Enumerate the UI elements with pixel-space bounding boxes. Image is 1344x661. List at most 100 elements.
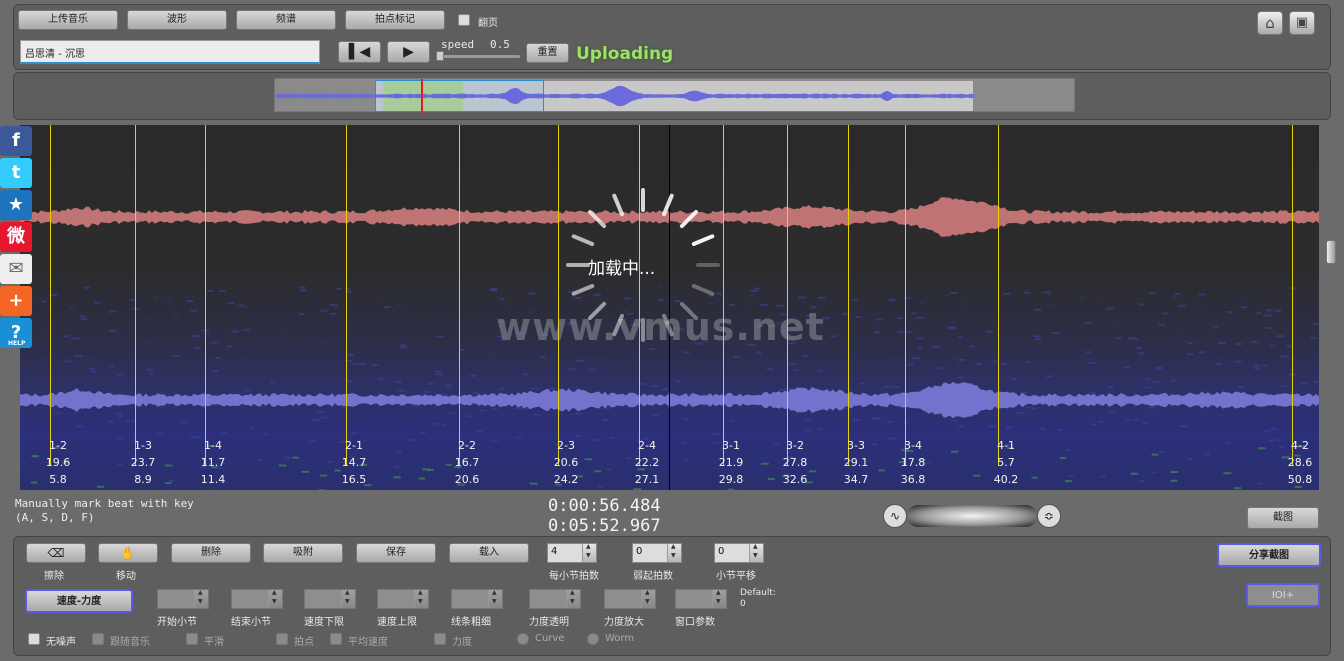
reset-button[interactable]: 重置 (526, 43, 569, 63)
upload-music-button[interactable]: 上传音乐 (18, 10, 118, 30)
song-title-field[interactable]: 吕思清 - 沉思 (20, 40, 320, 64)
speed-slider[interactable] (436, 51, 520, 61)
beat-line[interactable] (558, 125, 559, 465)
beat-v1: 19.6 (45, 456, 71, 469)
beat-v2: 50.8 (1287, 473, 1313, 486)
param-arrows[interactable] (712, 589, 726, 608)
beat-line[interactable] (787, 125, 788, 465)
facebook-icon[interactable]: f (0, 126, 32, 156)
beat-line[interactable] (459, 125, 460, 465)
beats-per-bar-arrows[interactable] (582, 543, 596, 562)
volume-slider[interactable]: ∿ ≎ (883, 503, 1061, 529)
speed-label: speed (441, 38, 475, 51)
beat-v1: 14.7 (341, 456, 367, 469)
beat-line[interactable] (135, 125, 136, 465)
eraser-label: 擦除 (44, 571, 64, 582)
option-checkbox[interactable] (330, 633, 342, 645)
speed-slider-handle[interactable] (436, 51, 444, 61)
param-stepper[interactable] (604, 589, 656, 609)
param-arrows[interactable] (566, 589, 580, 608)
beat-line[interactable] (1292, 125, 1293, 465)
weibo-icon[interactable]: 微 (0, 222, 32, 252)
option-label: 平均速度 (348, 637, 388, 648)
overview-playhead[interactable] (421, 79, 423, 113)
overview-waveform[interactable] (274, 78, 1075, 113)
param-label: 结束小节 (231, 617, 271, 628)
beat-line[interactable] (905, 125, 906, 465)
email-icon[interactable]: ✉ (0, 254, 32, 284)
param-arrows[interactable] (341, 589, 355, 608)
spectrogram-scrollbar[interactable] (1326, 240, 1336, 264)
favorite-star-icon[interactable]: ★ (0, 190, 32, 220)
beat-label: 2-3 20.6 24.2 (546, 437, 586, 488)
param-label: 速度下限 (304, 617, 344, 628)
screenshot-button[interactable]: 截图 (1247, 507, 1319, 529)
add-share-icon[interactable]: + (0, 286, 32, 316)
delete-button[interactable]: 删除 (171, 543, 251, 563)
beat-label: 4-1 (997, 439, 1015, 452)
move-tool-button[interactable]: ✋ (98, 543, 158, 563)
spectrum-button[interactable]: 频谱 (236, 10, 336, 30)
hint-line-2: (A, S, D, F) (15, 511, 95, 524)
option-checkbox[interactable] (92, 633, 104, 645)
fullscreen-icon[interactable]: ▣ (1289, 11, 1315, 35)
page-turn-checkbox[interactable] (458, 14, 470, 26)
bar-shift-stepper[interactable]: 0 (714, 543, 764, 563)
param-arrows[interactable] (268, 589, 282, 608)
beat-label: 3-1 21.9 29.8 (711, 437, 751, 488)
param-arrows[interactable] (488, 589, 502, 608)
waveform-button[interactable]: 波形 (127, 10, 227, 30)
option-checkbox[interactable] (186, 633, 198, 645)
param-stepper[interactable] (157, 589, 209, 609)
beat-v2: 8.9 (134, 473, 152, 486)
param-stepper[interactable] (377, 589, 429, 609)
option-checkbox[interactable] (276, 633, 288, 645)
beat-line[interactable] (998, 125, 999, 465)
beat-label: 3-1 (722, 439, 740, 452)
beat-line[interactable] (848, 125, 849, 465)
option-checkbox[interactable] (434, 633, 446, 645)
bar-shift-arrows[interactable] (749, 543, 763, 562)
option-label: 拍点 (294, 637, 314, 648)
spectrogram-view[interactable]: www.vmus.net 加载中... 1-2 19.6 5.8 1-3 23.7 8.9… (20, 125, 1319, 490)
beat-line[interactable] (723, 125, 724, 465)
param-stepper[interactable] (675, 589, 727, 609)
hint-line-1: Manually mark beat with key (15, 497, 194, 510)
load-button[interactable]: 载入 (449, 543, 529, 563)
option-checkbox[interactable] (28, 633, 40, 645)
loading-text: 加载中... (588, 259, 656, 279)
param-stepper[interactable] (451, 589, 503, 609)
param-arrows[interactable] (641, 589, 655, 608)
param-arrows[interactable] (414, 589, 428, 608)
overview-wave-svg (275, 85, 975, 107)
twitter-icon[interactable]: t (0, 158, 32, 188)
pickup-stepper[interactable]: 0 (632, 543, 682, 563)
param-stepper[interactable] (304, 589, 356, 609)
share-screenshot-button[interactable]: 分享截图 (1217, 543, 1321, 567)
ioi-plus-button[interactable]: IOI+ (1246, 583, 1320, 607)
beats-per-bar-stepper[interactable]: 4 (547, 543, 597, 563)
param-stepper[interactable] (231, 589, 283, 609)
speed-dynamics-button[interactable]: 速度-力度 (25, 589, 133, 613)
param-label: 窗口参数 (675, 617, 715, 628)
option-radio[interactable] (517, 633, 529, 645)
param-arrows[interactable] (194, 589, 208, 608)
option-radio[interactable] (587, 633, 599, 645)
waveform-large-icon: ≎ (1037, 504, 1061, 528)
beat-line[interactable] (50, 125, 51, 465)
skip-to-start-button[interactable]: ▌◀ (338, 41, 381, 63)
beat-line[interactable] (205, 125, 206, 465)
eraser-tool-button[interactable]: ⌫ (26, 543, 86, 563)
home-icon[interactable]: ⌂ (1257, 11, 1283, 35)
beat-label: 2-1 14.7 16.5 (334, 437, 374, 488)
beat-label: 3-3 (847, 439, 865, 452)
param-stepper[interactable] (529, 589, 581, 609)
beat-v2: 40.2 (993, 473, 1019, 486)
beat-mark-button[interactable]: 拍点标记 (345, 10, 445, 30)
volume-track[interactable] (907, 505, 1037, 527)
snap-button[interactable]: 吸附 (263, 543, 343, 563)
play-button[interactable]: ▶ (387, 41, 430, 63)
pickup-arrows[interactable] (667, 543, 681, 562)
beat-line[interactable] (346, 125, 347, 465)
save-button[interactable]: 保存 (356, 543, 436, 563)
